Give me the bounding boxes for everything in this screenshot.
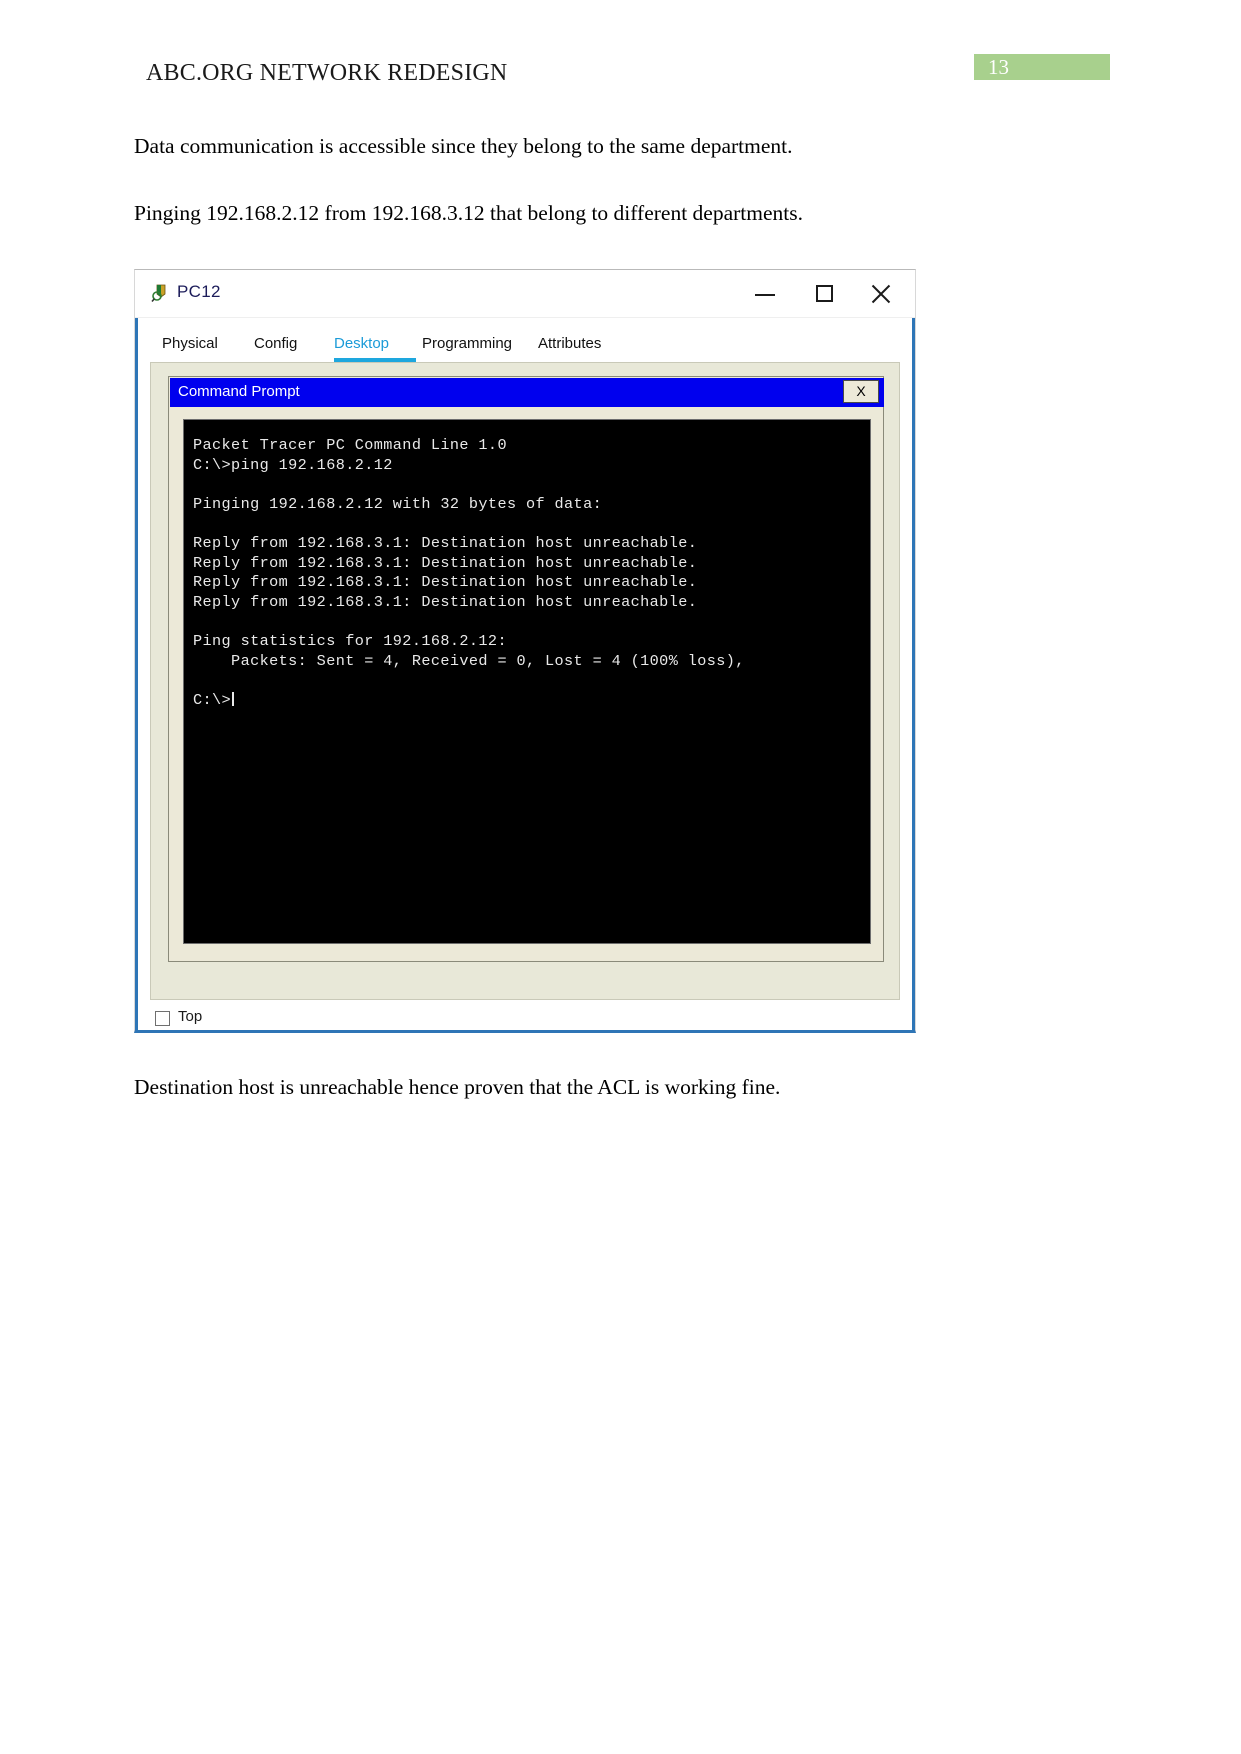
terminal-line: Reply from 192.168.3.1: Destination host… (193, 592, 698, 611)
command-prompt-title-bar: Command Prompt (170, 378, 884, 407)
maximize-button[interactable] (797, 270, 853, 317)
terminal-output[interactable]: Packet Tracer PC Command Line 1.0 C:\>pi… (183, 419, 871, 944)
terminal-line: Reply from 192.168.3.1: Destination host… (193, 533, 698, 552)
command-prompt-close-button[interactable]: X (843, 380, 879, 403)
terminal-line: C:\>ping 192.168.2.12 (193, 455, 393, 474)
terminal-line: Reply from 192.168.3.1: Destination host… (193, 573, 698, 592)
command-prompt-window: Command Prompt X Packet Tracer PC Comman… (168, 376, 884, 962)
terminal-line: Ping statistics for 192.168.2.12: (193, 631, 507, 650)
tab-config[interactable]: Config (254, 326, 328, 362)
tab-programming[interactable]: Programming (422, 326, 532, 362)
tab-attributes[interactable]: Attributes (538, 326, 630, 362)
top-checkbox[interactable] (155, 1011, 170, 1026)
terminal-line: Packet Tracer PC Command Line 1.0 (193, 436, 507, 454)
document-header: ABC.ORG NETWORK REDESIGN 13 (0, 0, 1241, 110)
pc-tab-strip: Physical Config Desktop Programming Attr… (154, 326, 896, 362)
page-number-badge: 13 (974, 54, 1110, 80)
top-checkbox-label: Top (178, 1008, 203, 1025)
terminal-line: Reply from 192.168.3.1: Destination host… (193, 553, 698, 572)
command-prompt-title: Command Prompt (178, 383, 300, 400)
window-right-edge (912, 318, 915, 1030)
bottom-options-row: Top (150, 1006, 900, 1030)
window-title: PC12 (177, 282, 221, 301)
page-number: 13 (988, 55, 1009, 79)
desktop-panel: Command Prompt X Packet Tracer PC Comman… (150, 362, 900, 1000)
paragraph-data-communication: Data communication is accessible since t… (134, 134, 793, 158)
window-title-bar: PC12 (135, 270, 915, 318)
window-left-edge (135, 318, 138, 1030)
packet-tracer-icon (151, 283, 171, 303)
page-title: ABC.ORG NETWORK REDESIGN (146, 60, 508, 86)
terminal-prompt-line: C:\> (193, 691, 870, 711)
terminal-cursor (232, 691, 235, 706)
close-window-button[interactable] (853, 270, 909, 317)
paragraph-conclusion: Destination host is unreachable hence pr… (134, 1075, 781, 1099)
terminal-line: Pinging 192.168.2.12 with 32 bytes of da… (193, 494, 603, 513)
tab-desktop-label: Desktop (334, 335, 390, 352)
tab-physical[interactable]: Physical (162, 326, 248, 362)
minimize-button[interactable] (737, 270, 793, 317)
minimize-icon (755, 294, 775, 296)
terminal-prompt-text: C:\> (193, 690, 232, 709)
embedded-screenshot-pc12: PC12 Physical Config Desktop Programming… (134, 269, 916, 1033)
terminal-line: Packets: Sent = 4, Received = 0, Lost = … (193, 651, 745, 670)
tab-desktop[interactable]: Desktop (334, 326, 416, 362)
maximize-icon (816, 285, 833, 302)
paragraph-pinging-description: Pinging 192.168.2.12 from 192.168.3.12 t… (134, 201, 803, 225)
